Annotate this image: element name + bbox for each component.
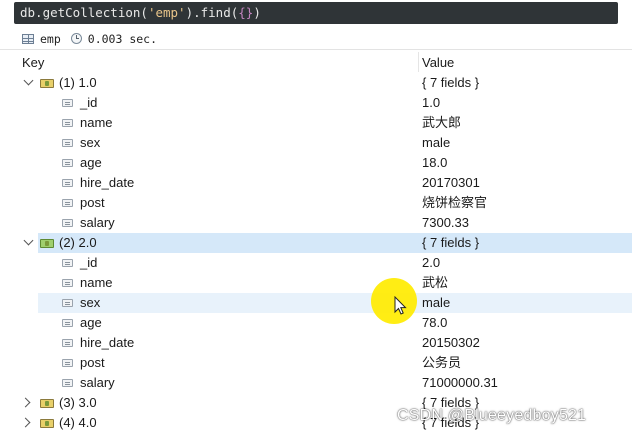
document-key: (1) 1.0: [59, 75, 97, 90]
table-header: Key Value: [0, 52, 632, 72]
field-row[interactable]: _id 2.0: [0, 253, 632, 273]
field-value: 18.0: [422, 155, 448, 170]
query-filter: {}: [238, 5, 254, 20]
document-icon: [40, 239, 54, 248]
field-key: sex: [80, 135, 101, 150]
field-value: male: [422, 295, 451, 310]
field-key: age: [80, 155, 102, 170]
result-tree: (1) 1.0 { 7 fields } _id 1.0 name 武大郎 sex male a…: [0, 73, 632, 433]
field-value: 烧饼检察官: [422, 195, 488, 210]
field-key: _id: [80, 255, 98, 270]
field-row[interactable]: sex male: [0, 293, 632, 313]
document-icon: [40, 399, 54, 408]
query-bar: db.getCollection('emp').find({}): [0, 0, 632, 26]
query-input[interactable]: db.getCollection('emp').find({}): [14, 2, 618, 24]
field-key: hire_date: [80, 335, 135, 350]
field-icon: [62, 279, 73, 287]
query-find-call: ).find(: [185, 5, 239, 20]
field-key: _id: [80, 95, 98, 110]
field-row[interactable]: hire_date 20150302: [0, 333, 632, 353]
field-row[interactable]: name 武大郎: [0, 113, 632, 133]
field-key: name: [80, 115, 113, 130]
field-value: 1.0: [422, 95, 441, 110]
document-key: (2) 2.0: [59, 235, 97, 250]
document-icon: [40, 79, 54, 88]
document-summary: { 7 fields }: [422, 235, 480, 250]
mouse-pointer-icon: [394, 296, 407, 315]
status-bar: emp 0.003 sec.: [0, 28, 632, 50]
field-row[interactable]: sex male: [0, 133, 632, 153]
query-end: ): [253, 5, 261, 20]
field-value: 公务员: [422, 355, 462, 370]
field-icon: [62, 359, 73, 367]
row-hover: [38, 293, 632, 313]
field-value: 2.0: [422, 255, 441, 270]
column-divider[interactable]: [418, 52, 419, 72]
field-icon: [62, 319, 73, 327]
query-identifier: db.getCollection(: [20, 5, 148, 20]
clock-icon: [70, 33, 82, 44]
field-value: 20170301: [422, 175, 480, 190]
field-key: name: [80, 275, 113, 290]
field-icon: [62, 299, 73, 307]
field-key: salary: [80, 215, 115, 230]
field-icon: [62, 199, 73, 207]
field-icon: [62, 139, 73, 147]
field-row[interactable]: name 武松: [0, 273, 632, 293]
column-header-key[interactable]: Key: [22, 55, 44, 70]
field-row[interactable]: _id 1.0: [0, 93, 632, 113]
field-value: 71000000.31: [422, 375, 498, 390]
field-row[interactable]: salary 71000000.31: [0, 373, 632, 393]
field-key: post: [80, 355, 105, 370]
document-summary: { 7 fields }: [422, 75, 480, 90]
field-icon: [62, 219, 73, 227]
row-selection: [38, 233, 632, 253]
field-key: age: [80, 315, 102, 330]
document-key: (4) 4.0: [59, 415, 97, 430]
document-key: (3) 3.0: [59, 395, 97, 410]
field-icon: [62, 179, 73, 187]
collection-name: emp: [40, 31, 61, 46]
field-key: sex: [80, 295, 101, 310]
chevron-down-icon[interactable]: [23, 75, 34, 86]
field-value: 20150302: [422, 335, 480, 350]
query-collection-arg: 'emp': [147, 5, 186, 20]
field-value: 武松: [422, 275, 449, 290]
column-header-value[interactable]: Value: [422, 55, 454, 70]
grid-icon: [22, 33, 34, 44]
chevron-right-icon[interactable]: [20, 397, 31, 408]
field-icon: [62, 259, 73, 267]
field-icon: [62, 339, 73, 347]
field-row[interactable]: age 18.0: [0, 153, 632, 173]
chevron-right-icon[interactable]: [20, 417, 31, 428]
field-value: male: [422, 135, 451, 150]
field-row[interactable]: salary 7300.33: [0, 213, 632, 233]
field-key: hire_date: [80, 175, 135, 190]
elapsed-time: 0.003 sec.: [87, 31, 158, 46]
field-value: 武大郎: [422, 115, 462, 130]
document-icon: [40, 419, 54, 428]
field-row[interactable]: age 78.0: [0, 313, 632, 333]
document-row[interactable]: (2) 2.0 { 7 fields }: [0, 233, 632, 253]
chevron-down-icon[interactable]: [23, 235, 34, 246]
field-icon: [62, 119, 73, 127]
field-icon: [62, 379, 73, 387]
field-key: post: [80, 195, 105, 210]
field-icon: [62, 99, 73, 107]
field-row[interactable]: post 公务员: [0, 353, 632, 373]
field-icon: [62, 159, 73, 167]
field-key: salary: [80, 375, 115, 390]
document-row[interactable]: (1) 1.0 { 7 fields }: [0, 73, 632, 93]
field-row[interactable]: post 烧饼检察官: [0, 193, 632, 213]
field-value: 78.0: [422, 315, 448, 330]
watermark: CSDN @Blueeyedboy521: [397, 407, 587, 424]
field-value: 7300.33: [422, 215, 469, 230]
field-row[interactable]: hire_date 20170301: [0, 173, 632, 193]
